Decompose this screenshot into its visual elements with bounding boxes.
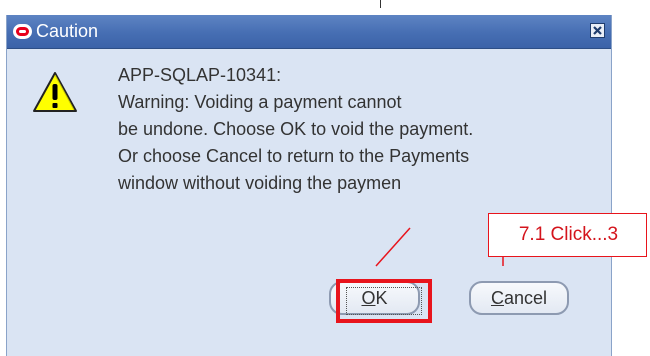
- oracle-logo-icon: [13, 24, 32, 39]
- message-line: window without voiding the paymen: [118, 173, 402, 193]
- caution-message: APP-SQLAP-10341: Warning: Voiding a paym…: [118, 62, 608, 197]
- cancel-accelerator: C: [490, 288, 504, 308]
- ok-highlight-box: [336, 279, 432, 323]
- message-line: be undone. Choose OK to void the payment…: [118, 119, 474, 139]
- dialog-titlebar[interactable]: Caution: [7, 15, 611, 49]
- caution-dialog: Caution APP-SQLAP-10341: Warning: Voidin…: [6, 15, 612, 356]
- cancel-label-rest: ancel: [503, 288, 548, 308]
- close-button[interactable]: [590, 23, 605, 38]
- warning-icon: [33, 72, 77, 112]
- background-divider: [380, 0, 381, 8]
- close-icon: [593, 26, 602, 35]
- message-line: Warning: Voiding a payment cannot: [118, 92, 402, 112]
- dialog-title: Caution: [36, 21, 99, 41]
- step-callout: 7.1 Click...3: [488, 213, 647, 257]
- screenshot-stage: Caution APP-SQLAP-10341: Warning: Voidin…: [0, 0, 650, 356]
- callout-text: 7.1 Click...3: [518, 224, 619, 245]
- message-line: Or choose Cancel to return to the Paymen…: [118, 146, 470, 166]
- cancel-button[interactable]: Cancel: [469, 281, 569, 315]
- message-code: APP-SQLAP-10341:: [118, 65, 282, 85]
